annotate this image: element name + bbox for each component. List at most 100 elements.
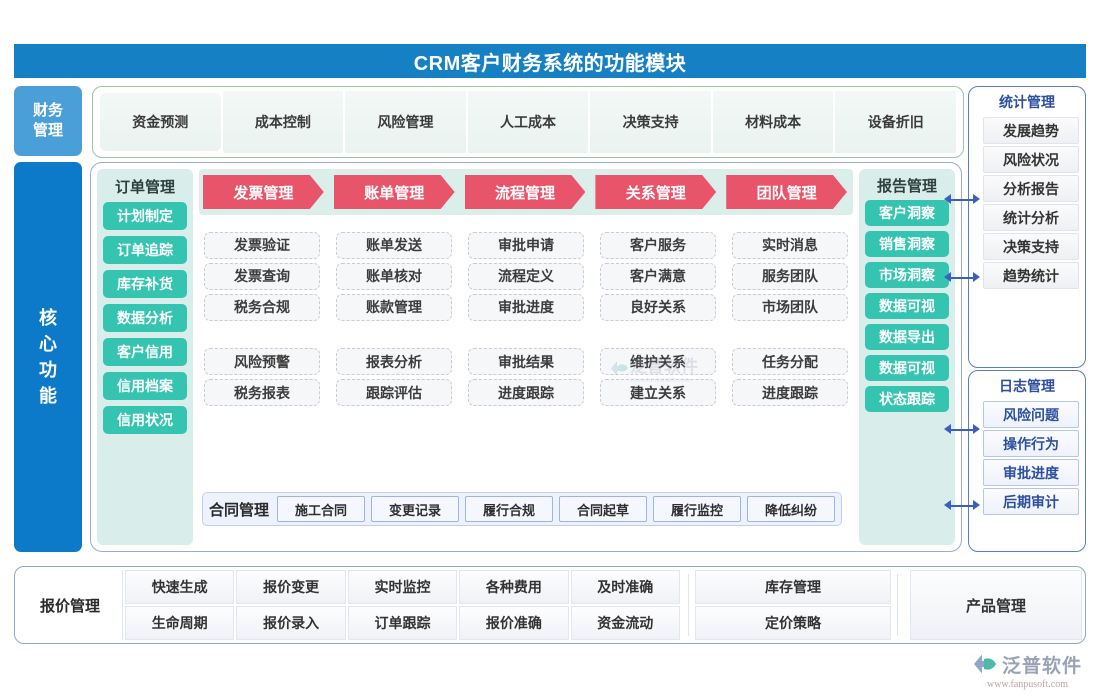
contract-item-3[interactable]: 合同起草 bbox=[559, 496, 648, 522]
module-item-4-0[interactable]: 实时消息 bbox=[732, 231, 848, 259]
statistics-item-1[interactable]: 风险状况 bbox=[983, 146, 1079, 173]
connector-arrow-stat-top bbox=[944, 194, 980, 205]
module-item-b-1-0[interactable]: 报表分析 bbox=[336, 348, 452, 375]
module-item-0-2[interactable]: 税务合规 bbox=[204, 293, 320, 321]
order-item-6[interactable]: 信用状况 bbox=[103, 406, 187, 434]
report-item-5[interactable]: 数据可视 bbox=[865, 355, 949, 381]
quote-row2-item-3[interactable]: 报价准确 bbox=[459, 606, 569, 640]
module-item-3-1[interactable]: 客户满意 bbox=[600, 262, 716, 290]
quote-row2-item-1[interactable]: 报价录入 bbox=[236, 606, 346, 640]
statistics-item-5[interactable]: 趋势统计 bbox=[983, 262, 1079, 289]
statistics-panel-title: 统计管理 bbox=[999, 94, 1055, 110]
finance-items: 资金预测 成本控制 风险管理 人工成本 决策支持 材料成本 设备折旧 bbox=[93, 87, 963, 157]
module-item-b-0-0[interactable]: 风险预警 bbox=[204, 348, 320, 375]
report-management-column: 报告管理 客户洞察 销售洞察 市场洞察 数据可视 数据导出 数据可视 状态跟踪 bbox=[859, 169, 955, 545]
report-item-4[interactable]: 数据导出 bbox=[865, 324, 949, 350]
module-item-4-2[interactable]: 市场团队 bbox=[732, 293, 848, 321]
order-item-2[interactable]: 库存补货 bbox=[103, 270, 187, 298]
quote-row1-item-3[interactable]: 各种费用 bbox=[459, 570, 569, 604]
log-panel: 日志管理 风险问题 操作行为 审批进度 后期审计 bbox=[968, 370, 1086, 552]
core-label-char-0: 核 bbox=[39, 307, 57, 328]
order-item-1[interactable]: 订单追踪 bbox=[103, 236, 187, 264]
log-panel-title: 日志管理 bbox=[999, 378, 1055, 394]
finance-item-2[interactable]: 风险管理 bbox=[345, 91, 466, 153]
report-item-6[interactable]: 状态跟踪 bbox=[865, 386, 949, 412]
module-item-b-1-1[interactable]: 跟踪评估 bbox=[336, 379, 452, 406]
contract-item-1[interactable]: 变更记录 bbox=[371, 496, 460, 522]
module-item-3-2[interactable]: 良好关系 bbox=[600, 293, 716, 321]
quote-row1-item-0[interactable]: 快速生成 bbox=[125, 570, 235, 604]
module-item-4-1[interactable]: 服务团队 bbox=[732, 262, 848, 290]
log-item-0[interactable]: 风险问题 bbox=[983, 401, 1079, 428]
inventory-item-1[interactable]: 定价策略 bbox=[695, 606, 891, 640]
module-column-top-3: 客户服务客户满意良好关系 bbox=[595, 220, 721, 332]
report-item-3[interactable]: 数据可视 bbox=[865, 293, 949, 319]
log-items: 风险问题 操作行为 审批进度 后期审计 bbox=[969, 401, 1085, 515]
report-item-0[interactable]: 客户洞察 bbox=[865, 200, 949, 226]
module-item-b-2-0[interactable]: 审批结果 bbox=[468, 348, 584, 375]
statistics-item-4[interactable]: 决策支持 bbox=[983, 233, 1079, 260]
log-item-2[interactable]: 审批进度 bbox=[983, 459, 1079, 486]
quote-items-grid: 快速生成 报价变更 实时监控 各种费用 及时准确生命周期 报价录入 订单跟踪 报价准确 资金流动 bbox=[123, 570, 682, 640]
module-item-b-4-0[interactable]: 任务分配 bbox=[732, 348, 848, 375]
statistics-item-3[interactable]: 统计分析 bbox=[983, 204, 1079, 231]
module-item-0-1[interactable]: 发票查询 bbox=[204, 262, 320, 290]
quote-row1-item-2[interactable]: 实时监控 bbox=[347, 570, 458, 604]
module-banner-2[interactable]: 流程管理 bbox=[465, 175, 586, 209]
statistics-item-0[interactable]: 发展趋势 bbox=[983, 117, 1079, 144]
finance-item-3[interactable]: 人工成本 bbox=[467, 91, 589, 153]
quote-row1-item-1[interactable]: 报价变更 bbox=[236, 570, 346, 604]
module-item-0-0[interactable]: 发票验证 bbox=[204, 231, 320, 259]
finance-item-5[interactable]: 材料成本 bbox=[712, 91, 834, 153]
module-item-2-1[interactable]: 流程定义 bbox=[468, 262, 584, 290]
log-item-1[interactable]: 操作行为 bbox=[983, 430, 1079, 457]
order-item-3[interactable]: 数据分析 bbox=[103, 304, 187, 332]
order-item-5[interactable]: 信用档案 bbox=[103, 372, 187, 400]
product-management-cell[interactable]: 产品管理 bbox=[910, 570, 1082, 640]
contract-item-4[interactable]: 履行监控 bbox=[653, 496, 742, 522]
connector-arrow-log-bottom bbox=[944, 500, 980, 511]
page-title-bar: CRM客户财务系统的功能模块 bbox=[14, 44, 1086, 78]
contract-item-2[interactable]: 履行合规 bbox=[465, 496, 554, 522]
module-item-b-4-1[interactable]: 进度跟踪 bbox=[732, 379, 848, 406]
finance-item-1[interactable]: 成本控制 bbox=[222, 91, 344, 153]
fanpu-logo-icon bbox=[973, 653, 998, 675]
module-item-1-2[interactable]: 账款管理 bbox=[336, 293, 452, 321]
report-item-1[interactable]: 销售洞察 bbox=[865, 231, 949, 257]
module-item-b-0-1[interactable]: 税务报表 bbox=[204, 379, 320, 406]
module-item-3-0[interactable]: 客户服务 bbox=[600, 231, 716, 259]
module-item-2-0[interactable]: 审批申请 bbox=[468, 231, 584, 259]
finance-item-6[interactable]: 设备折旧 bbox=[835, 91, 957, 153]
quote-row2-item-2[interactable]: 订单跟踪 bbox=[347, 606, 458, 640]
quote-row2-item-4[interactable]: 资金流动 bbox=[570, 606, 680, 640]
inventory-item-0[interactable]: 库存管理 bbox=[695, 570, 891, 604]
module-item-2-2[interactable]: 审批进度 bbox=[468, 293, 584, 321]
module-banner-3[interactable]: 关系管理 bbox=[595, 175, 716, 209]
module-item-b-2-1[interactable]: 进度跟踪 bbox=[468, 379, 584, 406]
module-item-b-3-1[interactable]: 建立关系 bbox=[600, 379, 716, 406]
report-item-2[interactable]: 市场洞察 bbox=[865, 262, 949, 288]
module-banner-4[interactable]: 团队管理 bbox=[726, 175, 847, 209]
quote-row2-item-0[interactable]: 生命周期 bbox=[125, 606, 235, 640]
finance-item-4[interactable]: 决策支持 bbox=[590, 91, 711, 153]
order-item-0[interactable]: 计划制定 bbox=[103, 202, 187, 230]
contract-item-5[interactable]: 降低纠纷 bbox=[747, 496, 836, 522]
finance-item-0[interactable]: 资金预测 bbox=[100, 93, 221, 151]
contract-item-0[interactable]: 施工合同 bbox=[277, 496, 366, 522]
module-item-1-0[interactable]: 账单发送 bbox=[336, 231, 452, 259]
contract-items: 施工合同 变更记录 履行合规 合同起草 履行监控 降低纠纷 bbox=[277, 496, 836, 522]
module-item-1-1[interactable]: 账单核对 bbox=[336, 262, 452, 290]
module-column-top-0: 发票验证发票查询税务合规 bbox=[199, 220, 325, 332]
order-management-column: 订单管理 计划制定 订单追踪 库存补货 数据分析 客户信用 信用档案 信用状况 bbox=[97, 169, 193, 545]
module-banner-0[interactable]: 发票管理 bbox=[203, 175, 324, 209]
module-banner-1[interactable]: 账单管理 bbox=[334, 175, 455, 209]
log-item-3[interactable]: 后期审计 bbox=[983, 488, 1079, 515]
statistics-item-2[interactable]: 分析报告 bbox=[983, 175, 1079, 202]
finance-label-line1: 财务 bbox=[32, 101, 63, 119]
finance-label-line2: 管理 bbox=[32, 122, 63, 139]
statistics-panel: 统计管理 发展趋势 风险状况 分析报告 统计分析 决策支持 趋势统计 bbox=[968, 86, 1086, 368]
module-item-b-3-0[interactable]: 维护关系 bbox=[600, 348, 716, 375]
quote-row1-item-4[interactable]: 及时准确 bbox=[570, 570, 680, 604]
finance-section-label: 财务 管理 bbox=[14, 86, 82, 156]
order-item-4[interactable]: 客户信用 bbox=[103, 338, 187, 366]
